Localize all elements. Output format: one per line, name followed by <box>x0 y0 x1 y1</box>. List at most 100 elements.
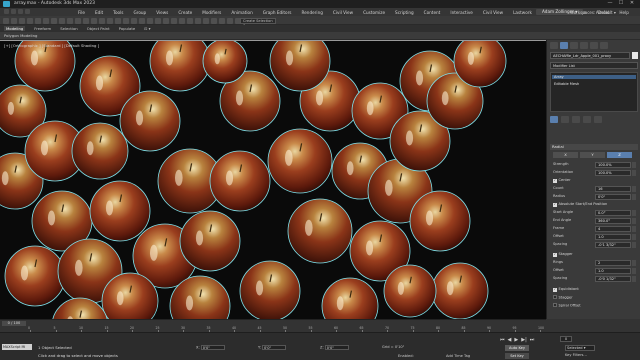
redo-icon[interactable] <box>11 9 16 14</box>
stack-item-array[interactable]: Array <box>552 75 636 79</box>
axis-y-button[interactable]: Y <box>580 152 605 158</box>
menu-item[interactable]: Scripting <box>395 10 414 15</box>
checkbox-icon[interactable]: ✓ <box>553 287 557 292</box>
checkbox-icon[interactable]: ✓ <box>553 178 557 183</box>
y-field[interactable]: 0'0" <box>261 345 286 350</box>
spinner-icon[interactable] <box>632 170 636 176</box>
stagger-checkbox[interactable]: ✓ Stagger <box>553 252 573 257</box>
menu-item[interactable]: Civil View <box>483 10 503 15</box>
create-tab-icon[interactable] <box>550 42 558 49</box>
radial-rollout-header[interactable]: Radial <box>550 144 638 150</box>
open-file-icon[interactable] <box>18 9 23 14</box>
param-field[interactable]: 1.0 <box>595 234 631 240</box>
scale-icon[interactable] <box>99 17 105 24</box>
stack-item-editable-mesh[interactable]: Editable Mesh <box>554 82 579 86</box>
mirror-icon[interactable] <box>179 17 185 24</box>
spiral-offset-checkbox[interactable]: Spiral Offset <box>553 303 581 308</box>
menu-item[interactable]: Tools <box>113 10 123 15</box>
param-field[interactable]: 360.0° <box>595 218 631 224</box>
spinner-icon[interactable] <box>632 186 636 192</box>
minimize-button[interactable]: — <box>606 1 614 6</box>
param-field[interactable]: 1.0 <box>595 268 631 274</box>
utilities-tab-icon[interactable] <box>600 42 608 49</box>
ribbon-tab[interactable]: Object Paint <box>87 26 110 31</box>
reference-coord-icon[interactable] <box>115 17 121 24</box>
pivot-center-icon[interactable] <box>123 17 129 24</box>
stagger2-checkbox[interactable]: Stagger <box>553 295 573 300</box>
modifier-list-dropdown[interactable]: Modifier List <box>550 62 638 69</box>
spinner-icon[interactable] <box>632 194 636 200</box>
param-field[interactable]: -0'0 1/32" <box>595 276 631 282</box>
selection-filter-icon[interactable] <box>43 17 49 24</box>
param-field[interactable]: -0'1 3/32" <box>595 242 631 248</box>
save-file-icon[interactable] <box>25 9 30 14</box>
layer-explorer-icon[interactable] <box>203 17 209 24</box>
next-frame-icon[interactable]: ▶| <box>521 337 527 343</box>
object-color-swatch[interactable] <box>632 52 638 59</box>
spinner-snap-icon[interactable] <box>163 17 169 24</box>
spinner-icon[interactable] <box>632 268 636 274</box>
menu-item[interactable]: Content <box>424 10 441 15</box>
menu-item[interactable]: Animation <box>231 10 252 15</box>
menu-item[interactable]: Group <box>133 10 146 15</box>
link-icon[interactable] <box>19 17 25 24</box>
object-name-field[interactable]: AECHAffle_Ldr_Apple_001_proxy <box>550 52 630 59</box>
rotate-icon[interactable] <box>91 17 97 24</box>
param-field[interactable]: 0.0° <box>595 210 631 216</box>
undo-icon[interactable] <box>3 17 9 24</box>
checkbox-icon[interactable]: ✓ <box>553 252 557 257</box>
param-field[interactable]: 100.0% <box>595 170 631 176</box>
motion-tab-icon[interactable] <box>580 42 588 49</box>
axis-x-button[interactable]: X <box>553 152 578 158</box>
select-by-name-icon[interactable] <box>59 17 65 24</box>
checkbox-icon[interactable] <box>553 303 557 307</box>
spinner-icon[interactable] <box>632 210 636 216</box>
ribbon-tab[interactable]: ⊡ ▾ <box>144 26 150 31</box>
menu-item[interactable]: Views <box>156 10 168 15</box>
make-unique-icon[interactable] <box>572 116 580 123</box>
z-field[interactable]: 0'0" <box>324 345 349 350</box>
menu-item[interactable]: Lastwork <box>513 10 532 15</box>
rectangle-region-icon[interactable] <box>67 17 73 24</box>
align-icon[interactable] <box>187 17 193 24</box>
snap-toggle-icon[interactable] <box>139 17 145 24</box>
unlink-icon[interactable] <box>27 17 33 24</box>
select-object-icon[interactable] <box>51 17 57 24</box>
menu-item[interactable]: Graph Editors <box>263 10 292 15</box>
set-key-button[interactable]: Set Key <box>505 353 529 359</box>
maximize-button[interactable]: ☐ <box>617 1 625 6</box>
selection-set-dropdown[interactable]: Create Selection Se ▾ <box>240 17 276 28</box>
move-icon[interactable] <box>83 17 89 24</box>
absolute-position-checkbox[interactable]: ✓ Absolute Start/End Position <box>553 202 607 207</box>
configure-modifier-sets-icon[interactable] <box>594 116 602 123</box>
percent-snap-icon[interactable] <box>155 17 161 24</box>
schematic-view-icon[interactable] <box>227 17 233 24</box>
menu-item[interactable]: Edit <box>95 10 103 15</box>
key-filters-button[interactable]: Key Filters... <box>565 353 587 357</box>
bind-space-warp-icon[interactable] <box>35 17 41 24</box>
angle-snap-icon[interactable] <box>147 17 153 24</box>
viewport-label-menu[interactable]: [+] [Orthographic ] [Standard ] [Default… <box>4 43 99 48</box>
viewport[interactable]: [+] [Orthographic ] [Standard ] [Default… <box>0 40 546 319</box>
param-field[interactable]: 16 <box>595 186 631 192</box>
close-button[interactable]: ✕ <box>628 1 636 6</box>
spinner-icon[interactable] <box>632 234 636 240</box>
go-to-start-icon[interactable]: ⏮ <box>500 337 505 343</box>
pin-stack-icon[interactable] <box>550 116 558 123</box>
key-mode-dropdown[interactable]: Selected ▾ <box>565 345 595 351</box>
checkbox-icon[interactable]: ✓ <box>553 202 557 207</box>
toggle-ribbon-icon[interactable] <box>211 17 217 24</box>
spinner-icon[interactable] <box>632 260 636 266</box>
x-field[interactable]: 0'0" <box>200 345 225 350</box>
add-time-tag[interactable]: Add Time Tag <box>446 354 470 358</box>
ribbon-tab[interactable]: Populate <box>119 26 136 31</box>
menu-item[interactable]: Create <box>178 10 192 15</box>
param-field[interactable]: 2 <box>595 260 631 266</box>
spinner-icon[interactable] <box>632 276 636 282</box>
modify-tab-icon[interactable] <box>560 42 568 49</box>
display-tab-icon[interactable] <box>590 42 598 49</box>
show-end-result-icon[interactable] <box>561 116 569 123</box>
undo-icon[interactable] <box>4 9 9 14</box>
curve-editor-icon[interactable] <box>219 17 225 24</box>
previous-frame-icon[interactable]: ◀ <box>508 337 512 343</box>
